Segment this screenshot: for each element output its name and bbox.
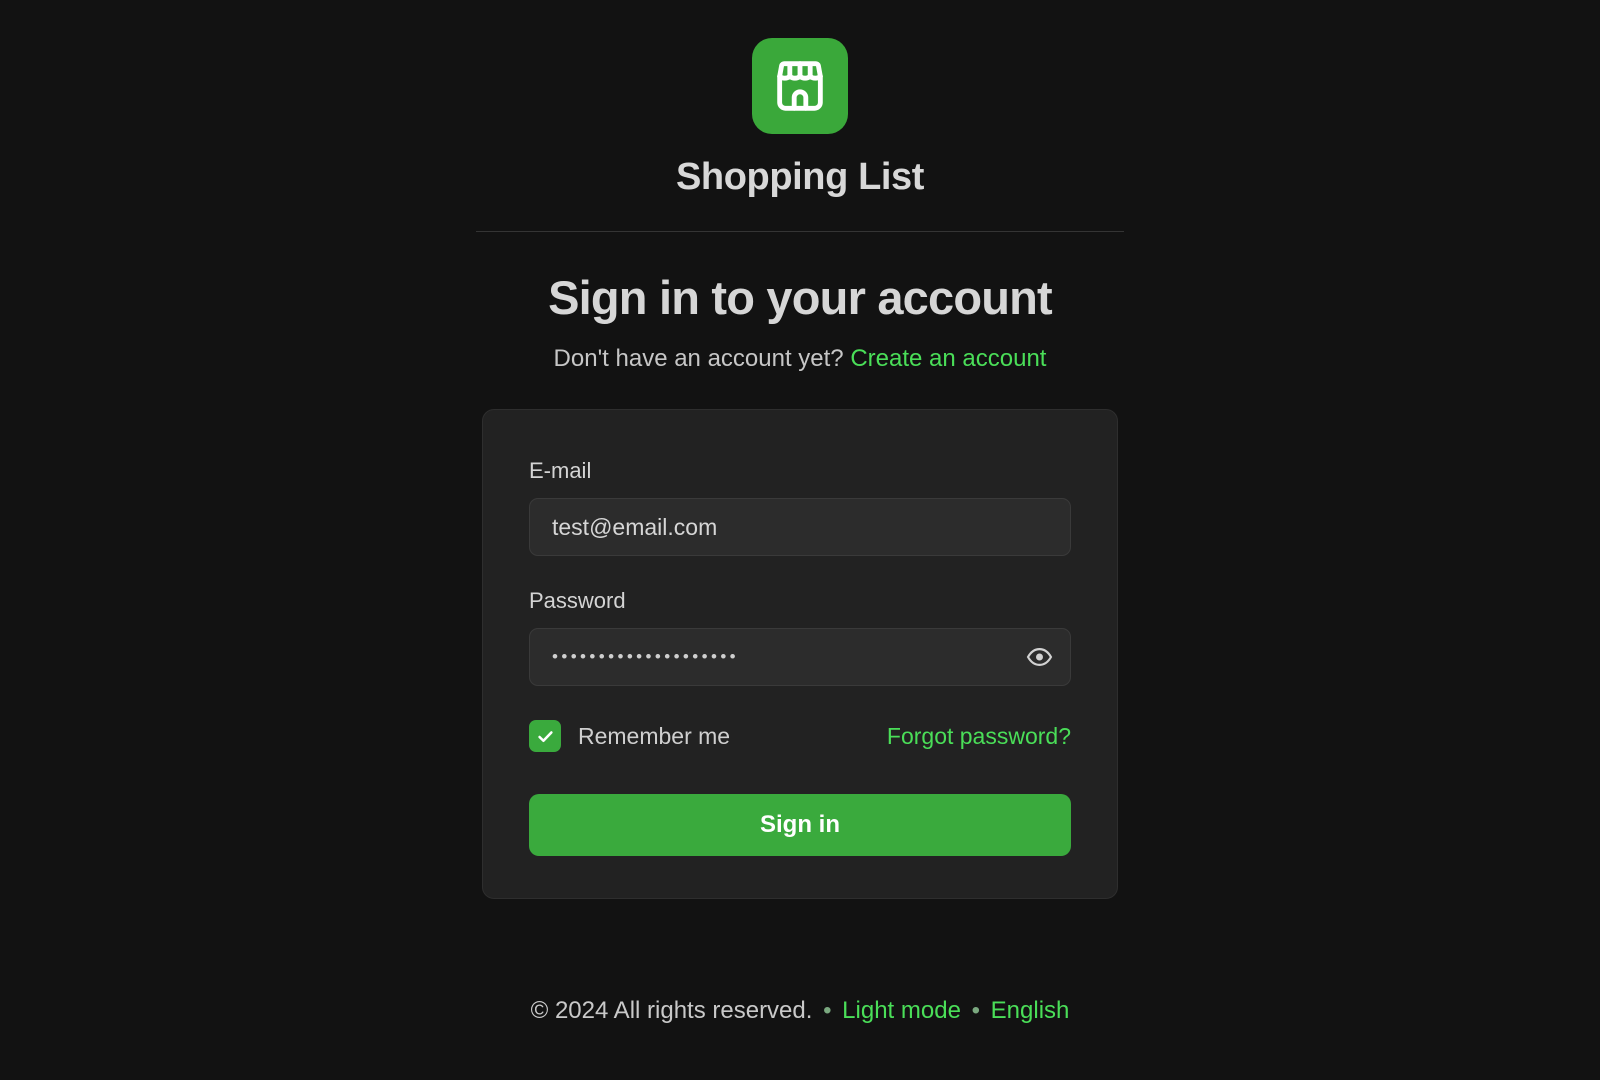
email-input[interactable]: [529, 498, 1071, 556]
remember-me-label: Remember me: [578, 722, 731, 749]
password-label: Password: [529, 588, 626, 613]
light-mode-link[interactable]: Light mode: [842, 997, 961, 1024]
footer-separator-2: •: [971, 997, 980, 1024]
brand-title: Shopping List: [675, 156, 925, 198]
options-row: Remember me Forgot password?: [529, 720, 1071, 752]
heading-block: Sign in to your account Don't have an ac…: [548, 270, 1053, 373]
header-divider: [476, 231, 1124, 232]
language-link[interactable]: English: [991, 997, 1070, 1024]
remember-me-checkbox[interactable]: [529, 720, 561, 752]
signup-prompt: Don't have an account yet? Create an acc…: [554, 345, 1047, 373]
footer-separator-1: •: [823, 997, 832, 1024]
email-input-wrap: [529, 498, 1071, 556]
email-label: E-mail: [529, 458, 592, 483]
copyright-text: © 2024 All rights reserved.: [530, 997, 813, 1024]
page-title: Sign in to your account: [548, 271, 1053, 324]
remember-me-group[interactable]: Remember me: [529, 720, 730, 752]
password-input-wrap: ••••••••••••••••••••: [529, 628, 1071, 686]
email-field-group: E-mail: [529, 458, 1071, 556]
footer: © 2024 All rights reserved. • Light mode…: [0, 997, 1600, 1025]
login-page: Shopping List Sign in to your account Do…: [0, 0, 1600, 1080]
eye-icon[interactable]: [1026, 644, 1053, 671]
check-icon: [537, 730, 553, 742]
login-card: E-mail Password ••••••••••••••••••••: [482, 409, 1118, 899]
storefront-icon: [752, 38, 848, 134]
password-field-group: Password ••••••••••••••••••••: [529, 588, 1071, 686]
create-account-link[interactable]: Create an account: [850, 345, 1046, 372]
forgot-password-link[interactable]: Forgot password?: [887, 723, 1071, 750]
brand-header: Shopping List: [476, 38, 1124, 232]
password-input[interactable]: ••••••••••••••••••••: [529, 628, 1071, 686]
sign-in-button[interactable]: Sign in: [529, 794, 1071, 856]
signup-prompt-text: Don't have an account yet?: [553, 345, 844, 372]
